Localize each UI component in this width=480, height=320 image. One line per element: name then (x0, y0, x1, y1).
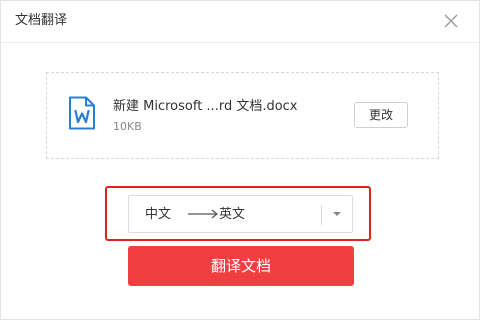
target-language: 英文 (219, 207, 246, 222)
select-divider (321, 205, 322, 225)
change-file-button[interactable]: 更改 (354, 102, 408, 128)
language-pair-select[interactable]: 中文 英文 (128, 195, 353, 233)
dialog-titlebar: 文档翻译 (1, 1, 479, 43)
file-name: 新建 Microsoft ...rd 文档.docx (113, 99, 298, 114)
source-language: 中文 (145, 207, 172, 222)
file-card: 新建 Microsoft ...rd 文档.docx 10KB 更改 (46, 72, 439, 159)
arrow-right-icon (188, 209, 218, 219)
document-translate-dialog: 文档翻译 新建 Microsoft ...rd 文档.docx 10KB 更改 … (0, 0, 480, 320)
translate-document-button[interactable]: 翻译文档 (128, 246, 354, 286)
caret-down-icon[interactable] (332, 210, 342, 218)
dialog-title: 文档翻译 (15, 13, 68, 28)
close-icon (444, 14, 458, 28)
close-button[interactable] (439, 9, 463, 33)
file-size: 10KB (113, 120, 142, 133)
word-doc-icon (69, 96, 95, 130)
